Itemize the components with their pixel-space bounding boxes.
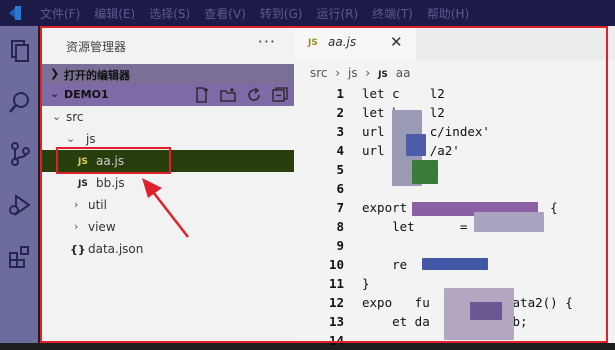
redaction-mosaic [474,212,544,232]
activity-bar [0,26,38,343]
code-line: 4url = /a2' [294,141,615,160]
tab-aa-js[interactable]: JS aa.js ✕ [294,26,416,60]
tab-bar: JS aa.js ✕ [294,26,615,60]
close-tab-icon[interactable]: ✕ [390,33,403,51]
menu-items: 文件(F) 编辑(E) 选择(S) 查看(V) 转到(G) 运行(R) 终端(T) 帮助(H) [40,5,469,22]
menu-item[interactable]: 运行(R) [316,5,358,22]
refresh-icon[interactable] [246,87,262,103]
explorer-header: 资源管理器 ··· [40,26,294,62]
chevron-right-icon: › [335,66,341,80]
line-number: 5 [336,162,344,177]
new-file-icon[interactable] [194,87,210,103]
menu-item[interactable]: 帮助(H) [427,5,469,22]
menu-item[interactable]: 编辑(E) [94,5,135,22]
chevron-down-icon: ⌄ [50,87,60,100]
js-file-icon: JS [378,70,388,80]
folder-section-demo1[interactable]: ⌄ DEMO1 [40,84,294,106]
code-line: 6 [294,179,615,198]
chevron-right-icon: ❯ [50,67,60,80]
menu-item[interactable]: 选择(S) [149,5,190,22]
code-line: 3 url = c/index' [294,122,615,141]
line-number: 8 [336,219,344,234]
line-number: 4 [336,143,344,158]
menu-item[interactable]: 终端(T) [372,5,413,22]
highlight-box [56,147,171,174]
tab-label: aa.js [328,35,357,49]
chevron-right-icon: › [74,220,79,233]
code-line: 1 let c l2 [294,84,615,103]
explorer-sidebar: 资源管理器 ··· ❯ 打开的编辑器 ⌄ DEMO1 ⌄ src ⌄ js JS… [40,26,294,343]
tree-label: view [88,220,116,234]
extensions-icon[interactable] [7,244,33,270]
line-number: 9 [336,238,344,253]
chevron-down-icon: ⌄ [52,110,62,123]
redaction-mosaic [412,160,438,184]
js-file-icon: JS [78,179,88,189]
menu-bar: 文件(F) 编辑(E) 选择(S) 查看(V) 转到(G) 运行(R) 终端(T) 帮助(H) [0,0,615,26]
code-text: } [362,276,370,291]
code-text: let c l2 [362,86,445,101]
new-folder-icon[interactable] [220,87,236,103]
line-number: 6 [336,181,344,196]
open-editors-section[interactable]: ❯ 打开的编辑器 [40,64,294,84]
tree-label: src [66,110,84,124]
chevron-right-icon: › [74,198,79,211]
code-line: 2let b l2 [294,103,615,122]
menu-item[interactable]: 文件(F) [40,5,80,22]
json-file-icon: {} [70,243,86,256]
line-number: 14 [328,333,344,348]
line-number: 11 [328,276,344,291]
code-text: re [362,257,408,272]
source-control-icon[interactable] [7,141,33,167]
line-number: 10 [328,257,344,272]
breadcrumb: src › js › JS aa [310,66,414,80]
search-icon[interactable] [7,90,33,116]
tree-folder-src[interactable]: ⌄ src [40,106,294,128]
redaction-mosaic [422,258,488,270]
line-number: 7 [336,200,344,215]
explorer-icon[interactable] [7,38,33,64]
more-actions-icon[interactable]: ··· [258,32,276,51]
collapse-all-icon[interactable] [272,87,288,103]
breadcrumb-item[interactable]: src [310,66,328,80]
open-editors-label: 打开的编辑器 [64,69,130,82]
tree-label: util [88,198,107,212]
tree-label: bb.js [96,176,125,190]
breadcrumb-item[interactable]: js [348,66,358,80]
vscode-logo-icon [9,6,21,20]
explorer-title: 资源管理器 [66,40,127,54]
menu-item[interactable]: 查看(V) [204,5,246,22]
line-number: 1 [336,86,344,101]
line-number: 12 [328,295,344,310]
breadcrumb-item[interactable]: aa [396,66,411,80]
annotation-arrow [142,178,189,238]
line-number: 13 [328,314,344,329]
code-line: 5 [294,160,615,179]
folder-label: DEMO1 [64,88,109,101]
code-line: 9 [294,236,615,255]
redaction-mosaic [406,134,426,156]
run-debug-icon[interactable] [7,192,33,218]
line-number: 3 [336,124,344,139]
js-file-icon: JS [308,38,318,48]
line-number: 2 [336,105,344,120]
code-line: 8 let = cc [294,217,615,236]
chevron-right-icon: › [365,66,371,80]
redaction-mosaic [470,302,502,320]
editor-area: JS aa.js ✕ src › js › JS aa 1 let c l2 2 le… [294,26,615,348]
menu-item[interactable]: 转到(G) [260,5,303,22]
